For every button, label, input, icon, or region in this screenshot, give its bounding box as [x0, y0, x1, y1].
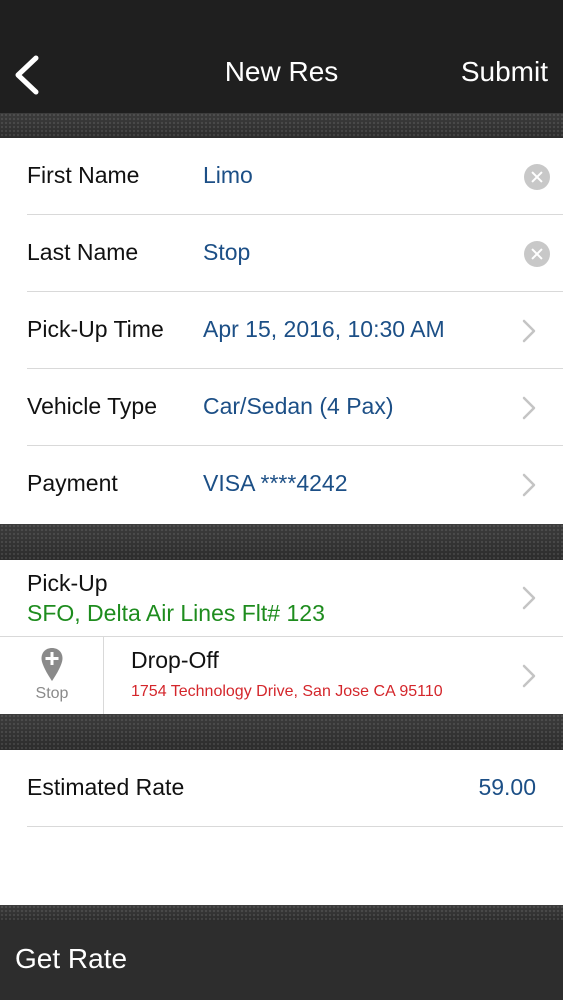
first-name-label: First Name [27, 162, 140, 188]
pickup-time-value: Apr 15, 2016, 10:30 AM [203, 316, 445, 342]
vehicle-type-value: Car/Sedan (4 Pax) [203, 393, 394, 419]
vehicle-type-row[interactable]: Vehicle Type Car/Sedan (4 Pax) [0, 369, 563, 446]
first-name-value[interactable]: Limo [203, 162, 253, 189]
add-stop-button[interactable]: Stop [0, 637, 104, 714]
payment-label: Payment [27, 470, 118, 496]
section-divider [0, 905, 563, 921]
pickup-time-row[interactable]: Pick-Up Time Apr 15, 2016, 10:30 AM [0, 292, 563, 369]
clear-first-name-icon[interactable] [524, 164, 550, 190]
reservation-details: First Name Limo Last Name Stop Pick-Up T… [0, 138, 563, 524]
dropoff-row[interactable]: Drop-Off 1754 Technology Drive, San Jose… [104, 637, 563, 714]
clear-last-name-icon[interactable] [524, 241, 550, 267]
chevron-right-icon [522, 664, 536, 688]
bottom-toolbar: Get Rate [0, 921, 563, 1000]
payment-row[interactable]: Payment VISA ****4242 [0, 446, 563, 523]
last-name-value[interactable]: Stop [203, 239, 250, 266]
pickup-row[interactable]: Pick-Up SFO, Delta Air Lines Flt# 123 [0, 560, 563, 637]
last-name-label: Last Name [27, 239, 139, 265]
row-separator [27, 826, 563, 827]
section-divider [0, 524, 563, 560]
back-button[interactable] [10, 52, 50, 98]
estimated-rate-value: 59.00 [478, 774, 536, 800]
last-name-row[interactable]: Last Name Stop [0, 215, 563, 292]
section-divider [0, 113, 563, 138]
estimated-rate-row: Estimated Rate 59.00 [0, 750, 563, 827]
dropoff-label: Drop-Off [131, 647, 219, 673]
navigation-bar: New Res Submit [0, 0, 563, 113]
pickup-label: Pick-Up [27, 570, 108, 596]
dropoff-location: 1754 Technology Drive, San Jose CA 95110 [131, 683, 443, 700]
section-divider [0, 714, 563, 750]
submit-button[interactable]: Submit [461, 56, 548, 88]
payment-value: VISA ****4242 [203, 470, 348, 496]
chevron-right-icon [522, 586, 536, 610]
route-section: Pick-Up SFO, Delta Air Lines Flt# 123 St… [0, 560, 563, 714]
map-pin-plus-icon [41, 648, 63, 681]
chevron-right-icon [522, 473, 536, 497]
get-rate-button[interactable]: Get Rate [15, 943, 127, 975]
pickup-location: SFO, Delta Air Lines Flt# 123 [27, 600, 325, 626]
chevron-left-icon [15, 55, 39, 95]
vehicle-type-label: Vehicle Type [27, 393, 158, 419]
estimated-rate-label: Estimated Rate [27, 774, 185, 800]
stop-label: Stop [35, 685, 69, 702]
pickup-time-label: Pick-Up Time [27, 316, 164, 342]
first-name-row[interactable]: First Name Limo [0, 138, 563, 215]
rate-section: Estimated Rate 59.00 [0, 750, 563, 905]
chevron-right-icon [522, 396, 536, 420]
chevron-right-icon [522, 319, 536, 343]
